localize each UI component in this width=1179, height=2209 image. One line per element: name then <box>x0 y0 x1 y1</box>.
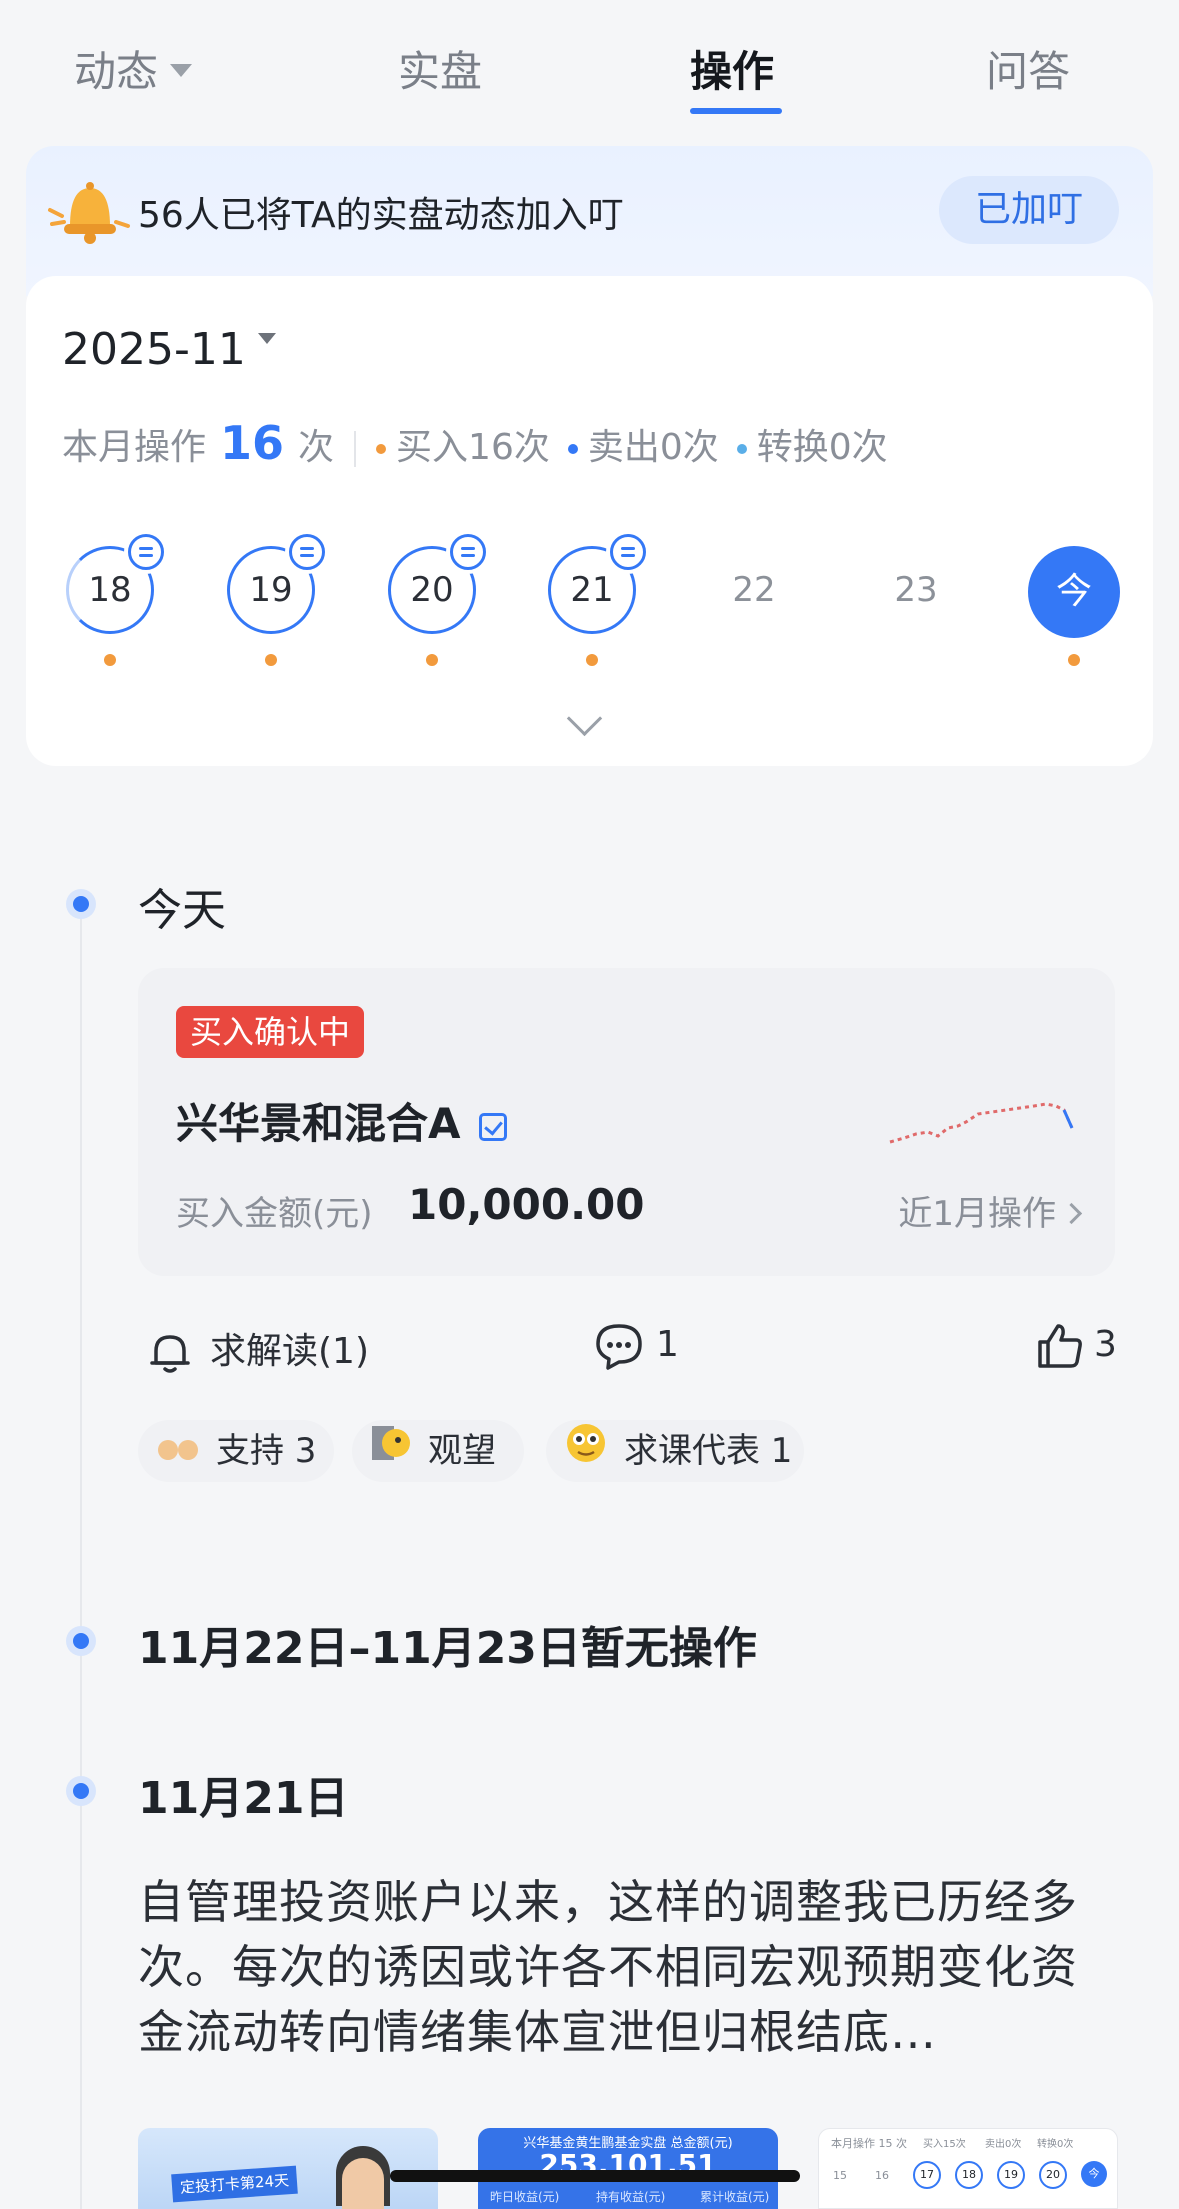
thumb-sub: 转换0次 <box>1037 2139 1074 2150</box>
clap-icon <box>156 1422 200 1484</box>
timeline-dot <box>66 889 96 919</box>
thumb-caption: 本月操作 15 次 <box>831 2137 907 2150</box>
stats-count: 16 <box>220 416 285 470</box>
buy-marker <box>586 654 598 666</box>
star-eyes-icon <box>564 1421 608 1485</box>
stats-unit: 次 <box>298 427 335 468</box>
day-23[interactable]: 23 <box>872 546 960 634</box>
thumb-day: 今 <box>1081 2161 1107 2187</box>
thumb-sub: 卖出0次 <box>985 2139 1022 2150</box>
active-tab-indicator <box>690 108 782 114</box>
added-button[interactable]: 已加叮 <box>939 176 1119 244</box>
tab-shipan[interactable]: 实盘 <box>398 38 482 99</box>
today-title: 今天 <box>138 885 226 936</box>
thumb-day: 17 <box>913 2161 941 2189</box>
month-label: 2025-11 <box>62 324 246 375</box>
trend-sparkline <box>889 1102 1074 1144</box>
ask-label: 求解读(1) <box>210 1331 369 1372</box>
caret-down-icon <box>170 64 193 77</box>
chevron-right-icon <box>1060 1202 1083 1225</box>
comment-badge-icon <box>606 530 650 574</box>
thumb-sub: 买入15次 <box>923 2139 966 2150</box>
tab-label: 动态 <box>74 47 159 96</box>
recent-ops-label: 近1月操作 <box>898 1194 1056 1234</box>
status-badge: 买入确认中 <box>176 1006 365 1058</box>
tab-label: 问答 <box>986 47 1071 96</box>
home-indicator[interactable] <box>390 2170 800 2182</box>
thumb-day: 16 <box>875 2169 889 2182</box>
timeline-dot <box>66 1776 96 1806</box>
fund-name[interactable]: 兴华景和混合A <box>176 1090 507 1151</box>
day-22[interactable]: 22 <box>710 546 798 634</box>
comment-badge-icon <box>124 530 168 574</box>
operation-card[interactable]: 买入确认中 兴华景和混合A 买入金额(元) 10,000.00 近1月操作 <box>138 968 1115 1276</box>
comment-badge-icon <box>285 530 329 574</box>
thumbnail-image[interactable]: 定投打卡第24天 <box>138 2128 438 2209</box>
thumbnail-image[interactable]: 本月操作 15 次 买入15次 卖出0次 转换0次 15 16 17 18 19… <box>818 2128 1118 2209</box>
amount-label: 买入金额(元) <box>176 1194 373 1234</box>
bell-icon <box>48 182 130 244</box>
person-face <box>342 2158 384 2209</box>
tab-label: 实盘 <box>398 47 483 96</box>
reaction-support[interactable]: 支持 3 <box>138 1420 334 1482</box>
banner-text: 56人已将TA的实盘动态加入叮 <box>138 195 624 236</box>
chevron-down-icon[interactable] <box>566 700 603 737</box>
subscribe-banner: 56人已将TA的实盘动态加入叮 已加叮 <box>26 146 1153 296</box>
day-today[interactable]: 今 <box>1028 546 1120 638</box>
thumbnail-image[interactable]: 兴华基金黄生鹏基金实盘 总金额(元) 253,101.51 昨日收益(元) 持有… <box>478 2128 778 2209</box>
thumb-day: 20 <box>1039 2161 1067 2189</box>
thumb-caption: 定投打卡第24天 <box>171 2165 298 2203</box>
tab-dongtai[interactable]: 动态 <box>74 38 193 99</box>
like-button[interactable]: 3 <box>1036 1322 1117 1370</box>
no-op-title: 11月22日–11月23日暂无操作 <box>138 1623 757 1674</box>
buy-marker <box>104 654 116 666</box>
thumb-sub: 累计收益(元) <box>700 2190 770 2204</box>
reaction-label: 支持 3 <box>216 1431 317 1471</box>
thumb-sub: 持有收益(元) <box>596 2190 666 2204</box>
comment-button[interactable]: 1 <box>594 1322 679 1370</box>
thumbs-up-icon <box>1038 1324 1082 1368</box>
sell-count: 卖出0次 <box>587 427 719 468</box>
buy-marker <box>426 654 438 666</box>
amount-value: 10,000.00 <box>408 1180 645 1229</box>
convert-count: 转换0次 <box>756 427 888 468</box>
reaction-label: 观望 <box>428 1431 496 1471</box>
nov21-title: 11月21日 <box>138 1773 349 1824</box>
reaction-label: 求课代表 1 <box>624 1431 793 1471</box>
timeline-dot <box>66 1626 96 1656</box>
checkbox-icon <box>478 1112 507 1141</box>
buy-dot <box>376 444 387 454</box>
like-count: 3 <box>1094 1324 1117 1365</box>
month-stats: 本月操作 16 次 买入16次 卖出0次 转换0次 <box>62 416 888 470</box>
tab-label: 操作 <box>690 47 775 96</box>
thumb-day: 19 <box>997 2161 1025 2189</box>
month-selector[interactable]: 2025-11 <box>62 324 276 375</box>
caret-down-icon <box>257 332 276 344</box>
tab-caozuo[interactable]: 操作 <box>690 38 774 99</box>
reaction-request-rep[interactable]: 求课代表 1 <box>546 1420 804 1482</box>
post-text[interactable]: 自管理投资账户以来，这样的调整我已历经多次。每次的诱因或许各不相同宏观预期变化资… <box>138 1870 1098 2065</box>
tab-wenda[interactable]: 问答 <box>986 38 1070 99</box>
reaction-watch[interactable]: 观望 <box>352 1420 524 1482</box>
divider <box>354 431 357 467</box>
stats-prefix: 本月操作 <box>62 427 207 468</box>
ask-interpret-button[interactable]: 求解读(1) <box>146 1322 369 1377</box>
sell-dot <box>567 444 578 454</box>
comment-badge-icon <box>446 530 490 574</box>
buy-count: 买入16次 <box>396 427 550 468</box>
recent-ops-link[interactable]: 近1月操作 <box>898 1186 1083 1235</box>
buy-marker <box>1068 654 1080 666</box>
thumb-sub: 昨日收益(元) <box>490 2190 560 2204</box>
thumb-day: 15 <box>833 2169 847 2182</box>
fund-name-text: 兴华景和混合A <box>176 1099 461 1148</box>
buy-marker <box>265 654 277 666</box>
timeline-line <box>80 905 82 2209</box>
convert-dot <box>736 444 747 454</box>
comment-icon <box>596 1324 642 1370</box>
peek-icon <box>370 1422 412 1484</box>
thumb-day: 18 <box>955 2161 983 2189</box>
bell-outline-icon <box>150 1335 190 1373</box>
comment-count: 1 <box>656 1324 679 1365</box>
calendar-card: 2025-11 本月操作 16 次买入16次 卖出0次 转换0次 18 19 20 21… <box>26 276 1153 766</box>
